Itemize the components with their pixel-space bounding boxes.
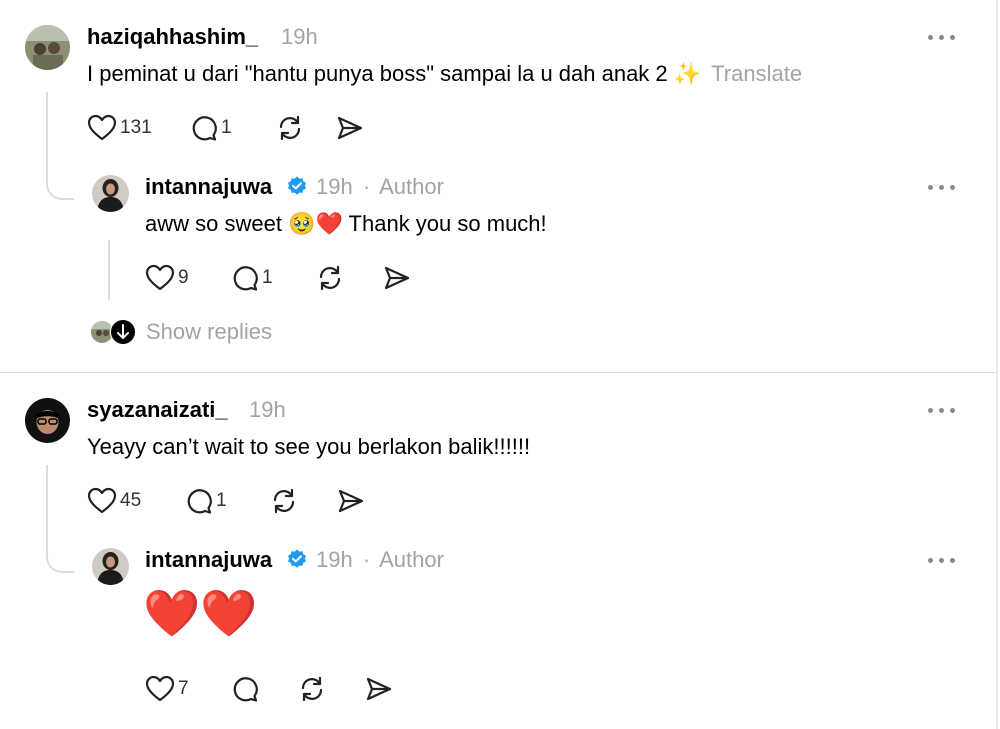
more-options-icon[interactable] [928, 555, 958, 565]
share-button[interactable] [336, 114, 364, 142]
heart-icon [145, 264, 175, 291]
like-button[interactable]: 7 [145, 675, 231, 703]
like-count: 9 [178, 267, 189, 288]
comment-username[interactable]: syazanaizati_ [87, 397, 228, 423]
like-button[interactable]: 9 [145, 264, 231, 292]
comment-icon [192, 116, 217, 141]
repost-icon [319, 265, 341, 291]
reply-actions: 9 1 [145, 264, 411, 292]
meta-separator: · [362, 547, 371, 572]
show-replies-link[interactable]: Show replies [146, 319, 272, 345]
share-button[interactable] [337, 487, 365, 515]
comment-icon [233, 677, 258, 702]
comment-timestamp: 19h [281, 24, 318, 49]
comment-actions: 45 1 [87, 487, 365, 515]
reply-button[interactable] [231, 675, 298, 703]
reply-button[interactable]: 1 [231, 264, 316, 292]
reply-username[interactable]: intannajuwa [145, 547, 272, 573]
reply-username[interactable]: intannajuwa [145, 174, 272, 200]
comment-username[interactable]: haziqahhashim_ [87, 24, 258, 50]
share-button[interactable] [365, 675, 393, 703]
verified-badge-icon [288, 549, 306, 568]
like-count: 131 [120, 117, 152, 138]
reply-text: ❤️❤️ [143, 587, 258, 639]
comment-actions: 131 1 [87, 114, 364, 142]
repost-icon [273, 488, 295, 514]
like-button[interactable]: 131 [87, 114, 190, 142]
comment-text: I peminat u dari "hantu punya boss" samp… [87, 61, 802, 87]
send-icon [337, 116, 363, 140]
verified-badge-icon [288, 176, 306, 195]
like-button[interactable]: 45 [87, 487, 185, 515]
reply-count: 1 [262, 267, 273, 288]
more-options-icon[interactable] [928, 405, 958, 415]
repost-button[interactable] [298, 675, 365, 703]
reply-meta: 19h · Author [316, 547, 444, 573]
avatar[interactable] [25, 25, 70, 70]
thread-connector [46, 465, 74, 573]
comment-body: I peminat u dari "hantu punya boss" samp… [87, 61, 702, 86]
reply-button[interactable]: 1 [185, 487, 270, 515]
like-count: 45 [120, 490, 142, 511]
share-button[interactable] [383, 264, 411, 292]
send-icon [384, 266, 410, 290]
repost-icon [279, 115, 301, 141]
divider [0, 372, 996, 373]
heart-icon [145, 675, 175, 702]
reply-timestamp: 19h [316, 547, 353, 572]
reply-text: aww so sweet 🥹❤️ Thank you so much! [145, 211, 547, 236]
meta-separator: · [362, 174, 371, 199]
comment-icon [233, 266, 258, 291]
reply-timestamp: 19h [316, 174, 353, 199]
translate-link[interactable]: Translate [711, 61, 802, 86]
repost-icon [301, 676, 323, 702]
avatar[interactable] [92, 175, 129, 212]
avatar[interactable] [92, 548, 129, 585]
reply-count: 1 [216, 490, 227, 511]
heart-icon [87, 114, 117, 141]
comment-timestamp: 19h [249, 397, 286, 422]
author-label: Author [379, 174, 444, 199]
repost-button[interactable] [276, 114, 336, 142]
more-options-icon[interactable] [928, 32, 958, 42]
repost-button[interactable] [270, 487, 337, 515]
arrow-down-icon[interactable] [110, 319, 136, 345]
repost-button[interactable] [316, 264, 383, 292]
comment-icon [187, 489, 212, 514]
comment-text: Yeayy can’t wait to see you berlakon bal… [87, 434, 531, 459]
send-icon [366, 677, 392, 701]
reply-actions: 7 [145, 675, 393, 703]
reply-count: 1 [221, 117, 232, 138]
more-options-icon[interactable] [928, 182, 958, 192]
send-icon [338, 489, 364, 513]
reply-meta: 19h · Author [316, 174, 444, 200]
window-edge [996, 0, 998, 729]
thread-line [108, 240, 110, 300]
like-count: 7 [178, 678, 189, 699]
thread-connector [46, 92, 74, 200]
author-label: Author [379, 547, 444, 572]
heart-icon [87, 487, 117, 514]
reply-button[interactable]: 1 [190, 114, 276, 142]
avatar[interactable] [25, 398, 70, 443]
